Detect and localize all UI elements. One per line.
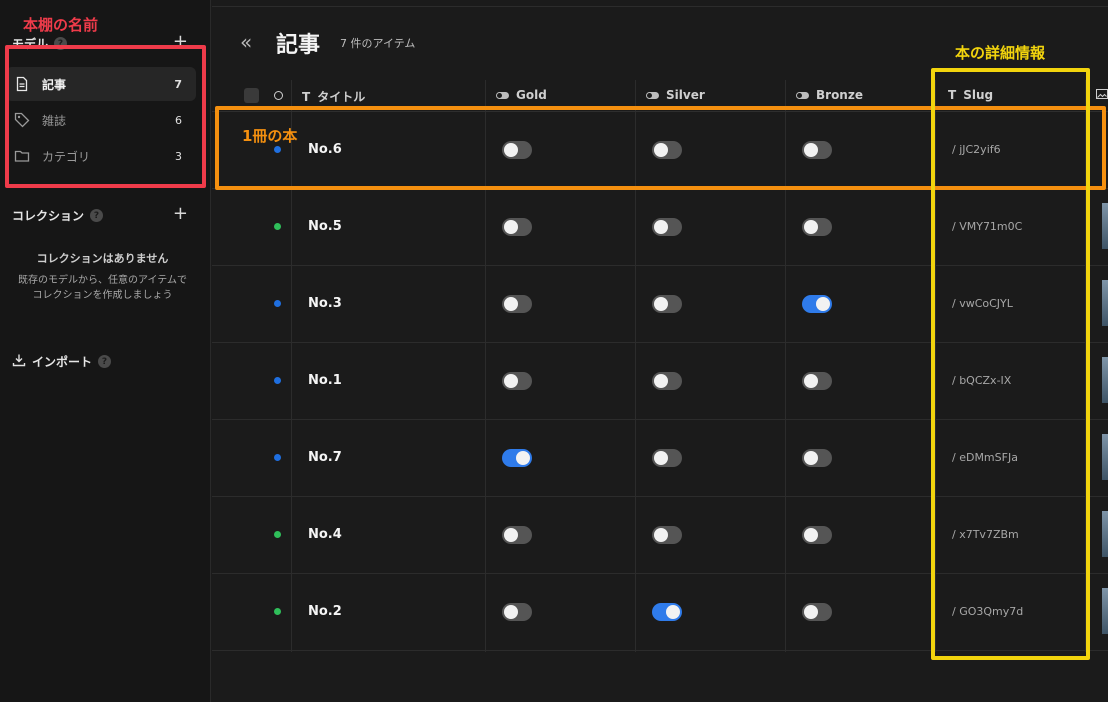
gold-toggle[interactable] xyxy=(502,449,532,467)
bronze-toggle[interactable] xyxy=(802,218,832,236)
add-collection-button[interactable]: + xyxy=(173,205,188,223)
download-icon xyxy=(12,353,26,370)
top-divider xyxy=(212,6,1108,7)
silver-toggle[interactable] xyxy=(652,449,682,467)
gold-toggle[interactable] xyxy=(502,603,532,621)
bronze-toggle[interactable] xyxy=(802,372,832,390)
row-thumbnail xyxy=(1102,511,1108,557)
column-header-silver[interactable]: Silver xyxy=(646,88,705,102)
row-thumbnail xyxy=(1102,434,1108,480)
select-all-checkbox[interactable] xyxy=(244,88,259,103)
text-type-icon: T xyxy=(302,89,311,104)
item-count: 7 件のアイテム xyxy=(340,37,416,50)
annotation-yellow-box xyxy=(931,68,1090,660)
status-dot xyxy=(274,223,281,230)
row-title[interactable]: No.2 xyxy=(308,604,342,619)
status-dot xyxy=(274,300,281,307)
help-icon[interactable]: ? xyxy=(98,355,112,368)
silver-toggle[interactable] xyxy=(652,526,682,544)
silver-toggle[interactable] xyxy=(652,603,682,621)
status-dot xyxy=(274,377,281,384)
row-title[interactable]: No.7 xyxy=(308,450,342,465)
annotation-yellow-label: 本の詳細情報 xyxy=(955,44,1046,62)
collection-header-label: コレクション xyxy=(12,209,85,223)
collapse-sidebar-button[interactable]: « xyxy=(240,30,252,54)
help-icon[interactable]: ? xyxy=(90,209,104,222)
gold-toggle[interactable] xyxy=(502,295,532,313)
bronze-toggle[interactable] xyxy=(802,449,832,467)
column-bronze-label: Bronze xyxy=(816,88,863,102)
column-header-bronze[interactable]: Bronze xyxy=(796,88,863,102)
column-silver-label: Silver xyxy=(666,88,705,102)
silver-toggle[interactable] xyxy=(652,218,682,236)
row-thumbnail xyxy=(1102,280,1108,326)
gold-toggle[interactable] xyxy=(502,218,532,236)
row-thumbnail xyxy=(1102,203,1108,249)
status-dot xyxy=(274,454,281,461)
silver-toggle[interactable] xyxy=(652,372,682,390)
column-title-label: タイトル xyxy=(317,90,366,104)
page-title: 記事 xyxy=(276,33,321,58)
annotation-red-label: 本棚の名前 xyxy=(23,16,99,34)
image-type-icon xyxy=(1096,88,1108,100)
collection-empty-description: 既存のモデルから、任意のアイテムで コレクションを作成しましょう xyxy=(18,275,187,301)
row-title[interactable]: No.3 xyxy=(308,296,342,311)
annotation-red-box xyxy=(5,45,206,188)
collection-section-header: コレクション ? xyxy=(12,207,104,224)
toggle-type-icon xyxy=(796,91,809,99)
column-gold-label: Gold xyxy=(516,88,547,102)
row-thumbnail xyxy=(1102,588,1108,634)
row-title[interactable]: No.1 xyxy=(308,373,342,388)
import-label: インポート xyxy=(32,355,93,369)
silver-toggle[interactable] xyxy=(652,295,682,313)
gold-toggle[interactable] xyxy=(502,372,532,390)
bronze-toggle[interactable] xyxy=(802,526,832,544)
status-dot xyxy=(274,531,281,538)
row-title[interactable]: No.4 xyxy=(308,527,342,542)
status-column-icon xyxy=(274,91,283,100)
gold-toggle[interactable] xyxy=(502,526,532,544)
collection-empty-title: コレクションはありません xyxy=(36,252,169,265)
row-thumbnail xyxy=(1102,357,1108,403)
column-header-gold[interactable]: Gold xyxy=(496,88,547,102)
bronze-toggle[interactable] xyxy=(802,295,832,313)
bronze-toggle[interactable] xyxy=(802,603,832,621)
toggle-type-icon xyxy=(496,91,509,99)
annotation-orange-label: 1冊の本 xyxy=(242,127,298,145)
import-button[interactable]: インポート ? xyxy=(12,353,112,370)
toggle-type-icon xyxy=(646,91,659,99)
row-title[interactable]: No.5 xyxy=(308,219,342,234)
status-dot xyxy=(274,608,281,615)
column-header-title[interactable]: T タイトル xyxy=(302,88,365,105)
